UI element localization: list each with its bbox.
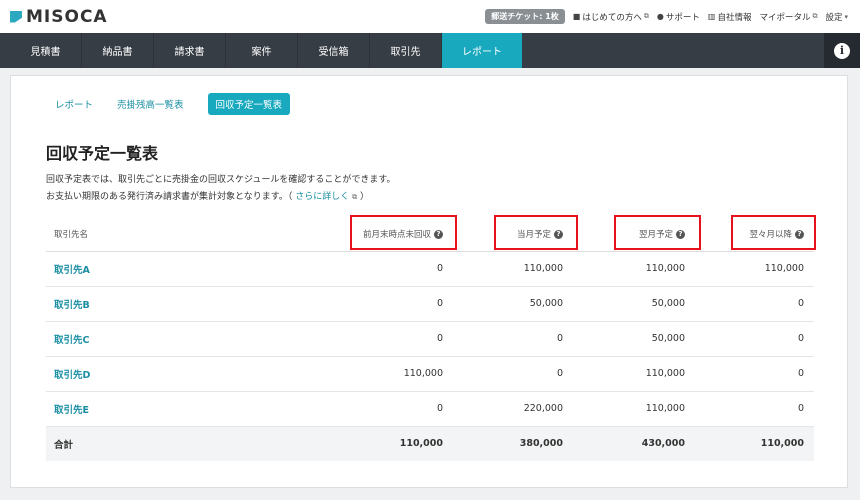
building-icon: ▥ [707, 12, 716, 21]
info-button[interactable]: i [824, 33, 860, 68]
highlight-box [731, 215, 816, 250]
cell-value: 110,000 [573, 391, 695, 427]
highlight-box [494, 215, 578, 250]
external-link-icon: ⧉ [352, 193, 358, 201]
highlight-box [350, 215, 457, 250]
subtab-reports[interactable]: レポート [55, 93, 93, 115]
cell-value: 110,000 [573, 251, 695, 287]
nav-item-clients[interactable]: 取引先 [370, 33, 442, 68]
collection-schedule-table: 取引先名 前月末時点未回収? 当月予定? 翌月予定? 翌々月以降? 取引先A 0 [46, 218, 814, 461]
client-link[interactable]: 取引先C [46, 321, 308, 357]
nav-item-inbox[interactable]: 受信箱 [298, 33, 370, 68]
table-row: 取引先C 0 0 50,000 0 [46, 321, 814, 357]
cell-value: 0 [695, 356, 814, 392]
nav-item-estimates[interactable]: 見積書 [10, 33, 82, 68]
client-link[interactable]: 取引先E [46, 391, 308, 427]
table-row: 取引先E 0 220,000 110,000 0 [46, 391, 814, 427]
support-link[interactable]: ● サポート [657, 11, 700, 23]
cell-value: 220,000 [453, 391, 573, 427]
cell-value: 110,000 [695, 251, 814, 287]
beginners-link[interactable]: ■ はじめての方へ ⧉ [573, 11, 649, 23]
table-row: 取引先B 0 50,000 50,000 0 [46, 286, 814, 322]
total-value: 430,000 [573, 426, 695, 461]
cell-value: 0 [695, 321, 814, 357]
settings-menu[interactable]: 設定 ▾ [825, 11, 848, 23]
learn-more-link[interactable]: さらに詳しく ⧉ [295, 192, 360, 202]
cell-value: 50,000 [453, 286, 573, 322]
total-label: 合計 [46, 426, 308, 461]
highlight-box [614, 215, 701, 250]
chevron-down-icon: ▾ [844, 12, 848, 21]
page-description: 回収予定表では、取引先ごとに売掛金の回収スケジュールを確認することができます。 … [46, 175, 396, 202]
company-info-link[interactable]: ▥ 自社情報 [708, 11, 752, 23]
col-client-name: 取引先名 [46, 218, 308, 252]
table-row: 取引先D 110,000 0 110,000 0 [46, 356, 814, 392]
cell-value: 0 [453, 356, 573, 392]
cell-value: 0 [308, 321, 453, 357]
client-link[interactable]: 取引先B [46, 286, 308, 322]
cell-value: 0 [695, 391, 814, 427]
mail-ticket-badge[interactable]: 郵送チケット: 1枚 [485, 9, 565, 24]
main-nav: 見積書 納品書 請求書 案件 受信箱 取引先 レポート i [0, 33, 860, 68]
nav-item-reports[interactable]: レポート [442, 33, 522, 68]
misoca-logo[interactable]: MISOCA [10, 7, 108, 27]
logo-text: MISOCA [26, 6, 108, 27]
logo-mark-icon [10, 10, 22, 23]
report-subtabs: レポート 売掛残高一覧表 回収予定一覧表 [55, 93, 291, 115]
cell-value: 110,000 [308, 356, 453, 392]
total-value: 110,000 [308, 426, 453, 461]
cell-value: 110,000 [453, 251, 573, 287]
cell-value: 0 [453, 321, 573, 357]
subtab-collection-schedule[interactable]: 回収予定一覧表 [207, 93, 291, 115]
page-title: 回収予定一覧表 [46, 144, 159, 163]
info-icon: i [834, 42, 850, 59]
my-portal-link[interactable]: マイポータル ⧉ [759, 11, 817, 23]
cell-value: 0 [308, 286, 453, 322]
subtab-receivables-balance[interactable]: 売掛残高一覧表 [117, 93, 184, 115]
cell-value: 110,000 [573, 356, 695, 392]
cell-value: 50,000 [573, 286, 695, 322]
table-row: 取引先A 0 110,000 110,000 110,000 [46, 251, 814, 287]
external-link-icon: ⧉ [643, 12, 649, 20]
client-link[interactable]: 取引先D [46, 356, 308, 392]
nav-item-delivery-notes[interactable]: 納品書 [82, 33, 154, 68]
total-row: 合計 110,000 380,000 430,000 110,000 [46, 426, 814, 461]
report-card: レポート 売掛残高一覧表 回収予定一覧表 回収予定一覧表 回収予定表では、取引先… [10, 75, 848, 488]
book-icon: ■ [572, 12, 581, 21]
total-value: 380,000 [453, 426, 573, 461]
cell-value: 0 [695, 286, 814, 322]
total-value: 110,000 [695, 426, 814, 461]
nav-item-projects[interactable]: 案件 [226, 33, 298, 68]
top-bar: MISOCA 郵送チケット: 1枚 ■ はじめての方へ ⧉ ● サポート ▥ 自… [0, 0, 860, 33]
cell-value: 50,000 [573, 321, 695, 357]
cell-value: 0 [308, 391, 453, 427]
nav-item-invoices[interactable]: 請求書 [154, 33, 226, 68]
client-link[interactable]: 取引先A [46, 251, 308, 287]
question-icon: ● [656, 12, 664, 21]
external-link-icon: ⧉ [812, 12, 818, 20]
cell-value: 0 [308, 251, 453, 287]
